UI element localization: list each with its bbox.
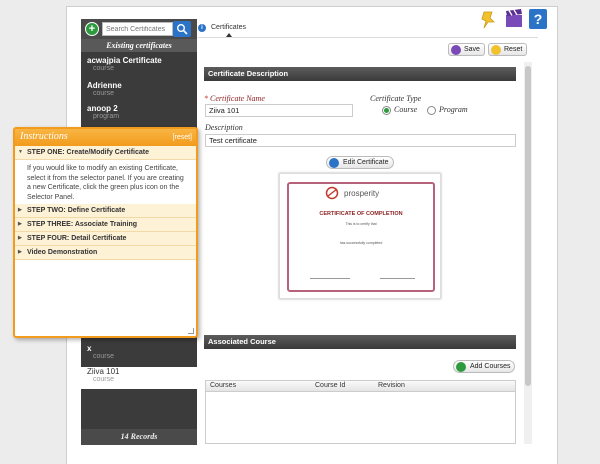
reset-button[interactable]: Reset <box>488 43 528 56</box>
radio-program[interactable] <box>427 106 436 115</box>
certificate-brand: prosperity <box>344 189 380 198</box>
description-label: Description <box>205 123 243 132</box>
column-revision[interactable]: Revision <box>378 381 405 391</box>
date-line <box>380 278 415 279</box>
save-button[interactable]: Save <box>448 43 485 56</box>
description-field[interactable]: Test certificate <box>205 134 516 147</box>
svg-text:?: ? <box>534 11 543 27</box>
search-input[interactable] <box>102 22 173 36</box>
step-one[interactable]: STEP ONE: Create/Modify Certificate <box>15 146 196 160</box>
search-icon <box>177 24 188 35</box>
certificate-name-label: * Certificate Name <box>204 94 265 103</box>
list-item[interactable]: x course <box>81 344 197 360</box>
certificate-type-label: Certificate Type <box>370 94 422 103</box>
step-two[interactable]: STEP TWO: Define Certificate <box>15 204 196 218</box>
tab-certificates[interactable]: Certificates <box>211 24 246 31</box>
selector-search-bar: + <box>81 19 197 39</box>
step-three[interactable]: STEP THREE: Associate Training <box>15 218 196 232</box>
prosperity-logo-icon <box>325 186 339 200</box>
instructions-panel: Instructions [reset] STEP ONE: Create/Mo… <box>13 127 198 338</box>
selector-header: Existing certificates <box>81 39 197 52</box>
courses-table-body <box>205 392 516 444</box>
list-item[interactable]: acwajpia Certificate course <box>81 56 197 72</box>
column-course-id[interactable]: Course Id <box>315 381 345 391</box>
help-icon[interactable]: ? <box>528 8 548 30</box>
pin-icon[interactable] <box>480 8 500 30</box>
associated-course-header: Associated Course <box>204 335 516 349</box>
search-button[interactable] <box>173 21 191 37</box>
certificate-preview-image: prosperity CERTIFICATE OF COMPLETION Thi… <box>279 173 441 299</box>
courses-table-header: Courses Course Id Revision <box>205 380 516 392</box>
resize-handle[interactable] <box>188 328 194 334</box>
add-certificate-plus-icon[interactable]: + <box>85 22 99 36</box>
radio-course[interactable] <box>382 106 391 115</box>
signature-line <box>310 278 350 279</box>
reset-icon <box>491 45 501 55</box>
radio-course-label: Course <box>394 105 418 114</box>
step-four[interactable]: STEP FOUR: Detail Certificate <box>15 232 196 246</box>
records-count: 14 Records <box>81 429 197 445</box>
list-item-selected[interactable]: Ziiva 101 course <box>81 367 197 389</box>
step-one-body: If you would like to modify an existing … <box>27 165 184 201</box>
tab-divider <box>198 37 538 38</box>
certificate-title: CERTIFICATE OF COMPLETION <box>319 211 403 217</box>
certificate-name-field[interactable]: Ziiva 101 <box>205 104 353 117</box>
certificate-border <box>287 182 435 292</box>
edit-certificate-button[interactable]: Edit Certificate <box>326 156 394 169</box>
list-item[interactable]: anoop 2 program <box>81 104 197 120</box>
add-courses-button[interactable]: Add Courses <box>453 360 516 373</box>
radio-program-label: Program <box>439 105 468 114</box>
column-courses[interactable]: Courses <box>210 381 236 391</box>
certificate-description-header: Certificate Description <box>204 67 516 81</box>
certificate-completed-text: has successfully completed <box>339 241 383 245</box>
video-clapper-icon[interactable] <box>504 8 524 30</box>
list-item[interactable]: Adrienne course <box>81 81 197 97</box>
info-icon[interactable]: i <box>198 24 206 32</box>
instructions-reset-link[interactable]: [reset] <box>173 130 192 146</box>
scrollbar-thumb[interactable] <box>525 66 531 386</box>
edit-icon <box>329 158 339 168</box>
instructions-header[interactable]: Instructions [reset] <box>15 129 196 146</box>
save-icon <box>451 45 461 55</box>
add-icon <box>456 362 466 372</box>
video-demonstration[interactable]: Video Demonstration <box>15 246 196 260</box>
certificate-certify-text: This is to certify that <box>345 222 377 226</box>
